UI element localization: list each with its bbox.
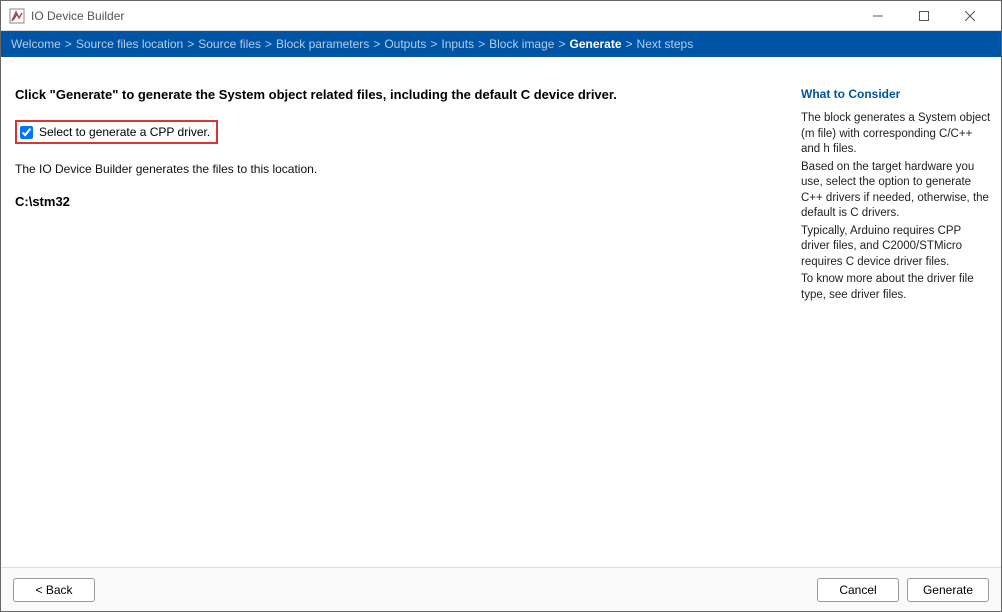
breadcrumb-separator: > bbox=[265, 37, 272, 51]
maximize-button[interactable] bbox=[901, 1, 947, 31]
breadcrumb-item[interactable]: Source files bbox=[198, 37, 261, 51]
sidebar-panel: What to Consider The block generates a S… bbox=[791, 57, 1001, 567]
breadcrumb-item[interactable]: Next steps bbox=[637, 37, 694, 51]
output-path: C:\stm32 bbox=[15, 194, 777, 209]
breadcrumb-item[interactable]: Block image bbox=[489, 37, 554, 51]
generate-button[interactable]: Generate bbox=[907, 578, 989, 602]
sidebar-paragraph: Based on the target hardware you use, se… bbox=[801, 160, 991, 222]
breadcrumb: Welcome > Source files location > Source fil… bbox=[1, 31, 1001, 57]
main-panel: Click "Generate" to generate the System … bbox=[1, 57, 791, 567]
breadcrumb-separator: > bbox=[373, 37, 380, 51]
footer-bar: < Back Cancel Generate bbox=[1, 567, 1001, 611]
content-area: Click "Generate" to generate the System … bbox=[1, 57, 1001, 567]
sidebar-paragraph: To know more about the driver file type,… bbox=[801, 272, 991, 303]
breadcrumb-separator: > bbox=[558, 37, 565, 51]
breadcrumb-item[interactable]: Welcome bbox=[11, 37, 61, 51]
breadcrumb-separator: > bbox=[65, 37, 72, 51]
sidebar-paragraph: Typically, Arduino requires CPP driver f… bbox=[801, 224, 991, 271]
breadcrumb-item[interactable]: Inputs bbox=[441, 37, 474, 51]
breadcrumb-item[interactable]: Source files location bbox=[76, 37, 183, 51]
breadcrumb-item[interactable]: Generate bbox=[569, 37, 621, 51]
cancel-button[interactable]: Cancel bbox=[817, 578, 899, 602]
cpp-driver-checkbox-label[interactable]: Select to generate a CPP driver. bbox=[39, 125, 210, 139]
breadcrumb-separator: > bbox=[478, 37, 485, 51]
page-title: Click "Generate" to generate the System … bbox=[15, 87, 777, 102]
cpp-driver-checkbox-row: Select to generate a CPP driver. bbox=[15, 120, 218, 144]
sidebar-title: What to Consider bbox=[801, 87, 991, 101]
breadcrumb-separator: > bbox=[187, 37, 194, 51]
minimize-button[interactable] bbox=[855, 1, 901, 31]
breadcrumb-item[interactable]: Block parameters bbox=[276, 37, 369, 51]
output-location-description: The IO Device Builder generates the file… bbox=[15, 162, 777, 176]
titlebar: IO Device Builder bbox=[1, 1, 1001, 31]
close-button[interactable] bbox=[947, 1, 993, 31]
breadcrumb-separator: > bbox=[430, 37, 437, 51]
app-icon bbox=[9, 8, 25, 24]
window-title: IO Device Builder bbox=[31, 9, 855, 23]
breadcrumb-item[interactable]: Outputs bbox=[384, 37, 426, 51]
sidebar-paragraph: The block generates a System object (m f… bbox=[801, 111, 991, 158]
cpp-driver-checkbox[interactable] bbox=[20, 126, 33, 139]
back-button[interactable]: < Back bbox=[13, 578, 95, 602]
breadcrumb-separator: > bbox=[626, 37, 633, 51]
